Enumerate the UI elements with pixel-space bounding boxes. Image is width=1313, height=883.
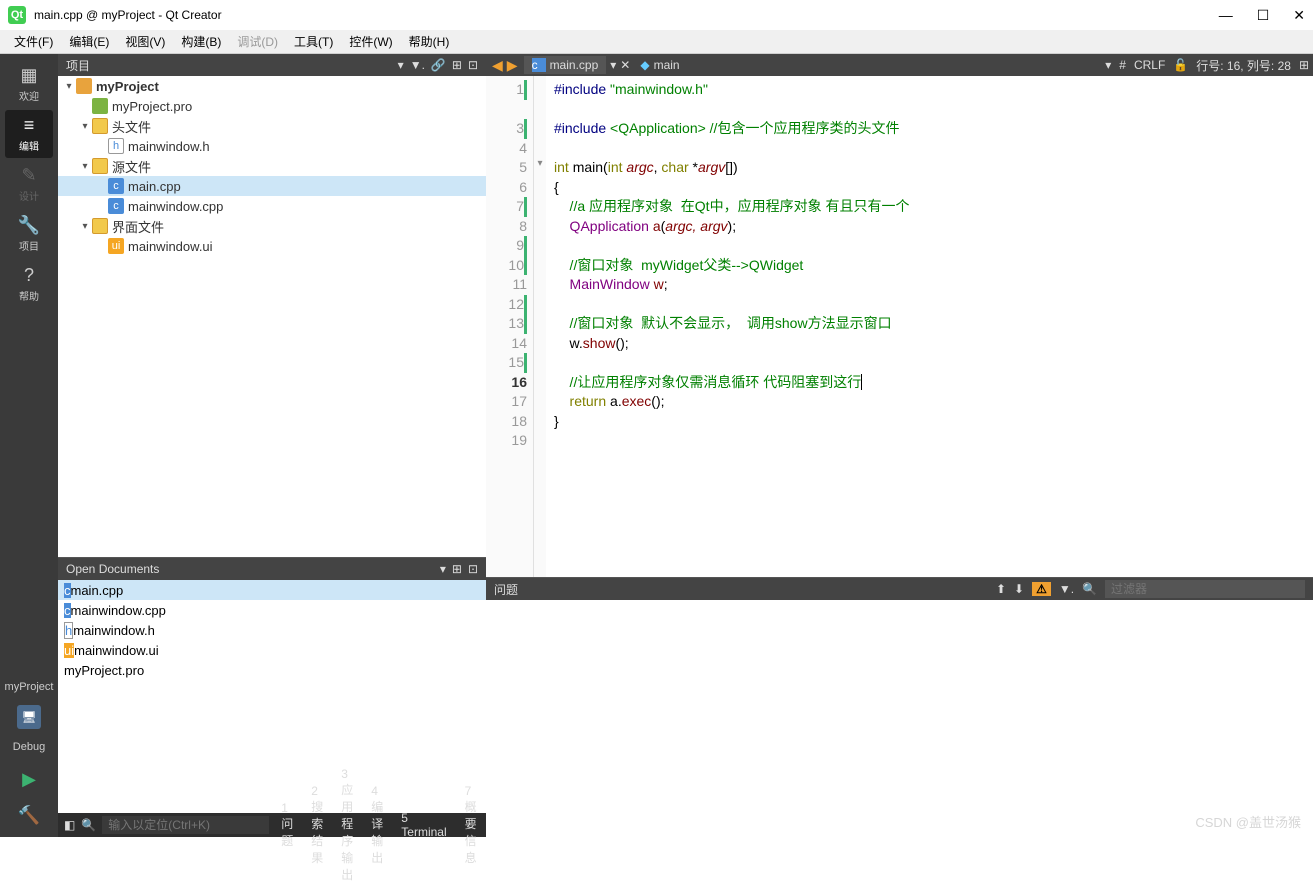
qt-icon: Qt (8, 6, 26, 24)
issues-panel-body (486, 600, 1313, 837)
rail-design[interactable]: ✎设计 (5, 160, 53, 208)
split-icon[interactable]: ⊞ (1299, 58, 1309, 72)
issues-panel-header: 问题 ⬆ ⬇ ⚠ ▼. 🔍 (486, 578, 1313, 600)
run-button[interactable]: ▶ (11, 765, 47, 793)
rail-edit[interactable]: ≡编辑 (5, 110, 53, 158)
symbol-combo[interactable]: main (654, 58, 680, 72)
status-appout[interactable]: 3 应用程序输出 (335, 767, 359, 883)
menubar: 文件(F) 编辑(E) 视图(V) 构建(B) 调试(D) 工具(T) 控件(W… (0, 30, 1313, 54)
menu-debug[interactable]: 调试(D) (231, 31, 284, 52)
left-rail: ▦欢迎 ≡编辑 ✎设计 🔧项目 ?帮助 myProject 🖥 Debug ▶ … (0, 54, 58, 837)
search-icon: 🔍 (1082, 582, 1097, 596)
folder-icon (76, 78, 92, 94)
locator-input[interactable] (102, 816, 269, 834)
dropdown-icon[interactable]: ▾ (1105, 58, 1111, 72)
nav-back-icon[interactable]: ◀ (490, 57, 505, 73)
cpp-icon: c (108, 198, 124, 214)
cursor-pos: 行号: 16, 列号: 28 (1196, 57, 1291, 74)
close-tab-icon[interactable]: ✕ (620, 58, 630, 72)
line-ending-hash: # (1119, 58, 1126, 72)
menu-widgets[interactable]: 控件(W) (343, 31, 398, 52)
rail-projects[interactable]: 🔧项目 (5, 210, 53, 258)
menu-build[interactable]: 构建(B) (175, 31, 227, 52)
menu-help[interactable]: 帮助(H) (403, 31, 456, 52)
window-title: main.cpp @ myProject - Qt Creator (34, 8, 222, 22)
icon[interactable]: ⬇ (1014, 582, 1024, 596)
status-issues[interactable]: 1 问题 (275, 801, 299, 849)
search-icon: 🔍 (81, 818, 96, 832)
filter-icon[interactable]: ▼. (410, 58, 425, 72)
nav-fwd-icon[interactable]: ▶ (505, 57, 520, 73)
filter-input[interactable] (1105, 580, 1305, 598)
folder-icon (92, 118, 108, 134)
minimize-button[interactable]: — (1219, 7, 1233, 24)
dropdown-icon[interactable]: ▾ (398, 58, 404, 72)
lock-icon[interactable]: 🔓 (1173, 58, 1188, 72)
gutter: 134 5678 9101112 13141516 171819 (486, 76, 534, 577)
line-ending[interactable]: CRLF (1134, 58, 1165, 72)
editor-tab[interactable]: cmain.cpp (524, 56, 607, 74)
rail-welcome[interactable]: ▦欢迎 (5, 60, 53, 108)
menu-tools[interactable]: 工具(T) (288, 31, 339, 52)
wrench-icon: 🔧 (18, 215, 40, 236)
ui-icon: ui (108, 238, 124, 254)
edit-icon: ≡ (24, 115, 35, 136)
project-tree[interactable]: ▾myProject myProject.pro ▾头文件 hmainwindo… (58, 76, 486, 557)
add-icon[interactable]: ⊞ (452, 58, 462, 72)
pro-icon (92, 98, 108, 114)
fold-column: ▾ (534, 76, 546, 577)
dropdown-icon[interactable]: ▾ (440, 562, 446, 576)
pencil-icon: ✎ (21, 165, 36, 186)
ui-icon: ui (64, 643, 74, 658)
code-editor[interactable]: 134 5678 9101112 13141516 171819 ▾ #incl… (486, 76, 1313, 577)
maximize-button[interactable]: ☐ (1257, 7, 1270, 24)
editor-toolbar: ◀▶ cmain.cpp ▾ ✕ ◆ main ▾ # CRLF 🔓 行号: 1… (486, 54, 1313, 76)
split-icon[interactable]: ⊡ (468, 562, 478, 576)
warning-icon: ⚠ (1032, 582, 1051, 596)
status-search[interactable]: 2 搜索结果 (305, 784, 329, 866)
icon[interactable]: ⬆ (996, 582, 1006, 596)
status-summary[interactable]: 7 概要信息 (459, 784, 483, 866)
menu-view[interactable]: 视图(V) (119, 31, 171, 52)
folder-icon (92, 158, 108, 174)
build-button[interactable]: 🔨 (11, 801, 47, 829)
split-icon[interactable]: ⊡ (468, 58, 478, 72)
grid-icon: ▦ (20, 65, 37, 86)
add-icon[interactable]: ⊞ (452, 562, 462, 576)
sidebar-toggle-icon[interactable]: ◧ (64, 818, 75, 832)
open-docs-list[interactable]: cmain.cpp cmainwindow.cpp hmainwindow.h … (58, 580, 486, 813)
rail-help[interactable]: ?帮助 (5, 260, 53, 308)
cpp-icon: c (108, 178, 124, 194)
help-icon: ? (24, 265, 34, 286)
cpp-icon: c (532, 58, 546, 72)
open-docs-header: Open Documents ▾ ⊞ ⊡ (58, 558, 486, 580)
projects-panel-header: 项目 ▾ ▼. 🔗 ⊞ ⊡ (58, 54, 486, 76)
debug-kit-icon[interactable]: 🖥 (17, 705, 41, 729)
h-icon: h (108, 138, 124, 154)
debug-label: Debug (13, 737, 45, 757)
filter-icon[interactable]: ▼. (1059, 582, 1074, 596)
statusbar: ◧ 🔍 1 问题 2 搜索结果 3 应用程序输出 4 编译输出 5 Termin… (58, 813, 486, 837)
link-icon[interactable]: 🔗 (431, 58, 446, 72)
watermark: CSDN @盖世汤猴 (1195, 812, 1301, 831)
h-icon: h (64, 622, 73, 639)
status-compile[interactable]: 4 编译输出 (365, 784, 389, 866)
status-terminal[interactable]: 5 Terminal (395, 811, 452, 839)
close-button[interactable]: ✕ (1293, 7, 1305, 24)
menu-edit[interactable]: 编辑(E) (63, 31, 115, 52)
project-label[interactable]: myProject (5, 677, 54, 697)
folder-icon (92, 218, 108, 234)
dropdown-icon[interactable]: ▾ (610, 58, 616, 72)
menu-file[interactable]: 文件(F) (8, 31, 59, 52)
symbol-icon: ◆ (640, 58, 649, 72)
